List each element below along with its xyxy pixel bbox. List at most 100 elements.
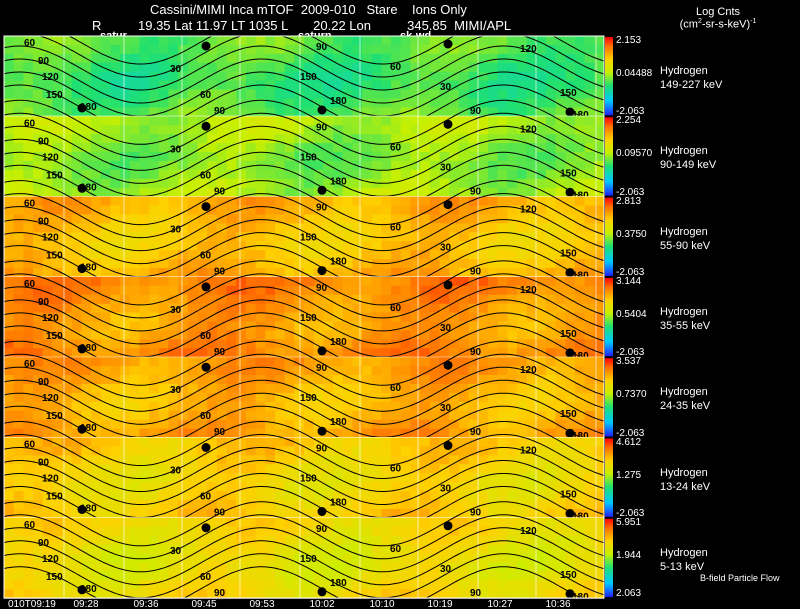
colorbar-gradient	[605, 197, 613, 276]
flow-dot	[443, 280, 453, 290]
flow-dot	[443, 360, 453, 370]
contour-label: 150	[300, 393, 317, 404]
contour-label: 90	[316, 283, 328, 294]
contour-label: 180	[330, 96, 347, 107]
contour-label: 150	[560, 329, 577, 340]
contour-label: 150	[300, 554, 317, 565]
channel-energy-label: 35-55 keV	[660, 319, 711, 332]
contour-label: 150	[560, 570, 577, 581]
contour-label: 180	[330, 176, 347, 187]
colorbar-max-label: 2.813	[616, 195, 642, 207]
contour-label: 150	[46, 90, 63, 101]
flow-dot	[201, 121, 211, 131]
channel-energy-label: 13-24 keV	[660, 480, 711, 493]
colorbar-2	[605, 117, 613, 196]
flow-dot	[77, 103, 87, 113]
channel-energy-label: 90-149 keV	[660, 159, 717, 172]
contour-label: 150	[560, 249, 577, 260]
contour-label: 90	[316, 524, 328, 535]
contour-label: 90	[316, 444, 328, 455]
colorbar-mid-label: 0.3750	[616, 228, 647, 240]
contour-label: 150	[46, 170, 63, 181]
contour-label: 90	[214, 588, 226, 599]
contour-label: 120	[42, 554, 59, 565]
contour-label: 60	[24, 279, 36, 290]
flow-dot	[317, 507, 327, 516]
contour-label: 90	[38, 217, 50, 228]
colorbar-max-label: 3.144	[616, 275, 642, 287]
channel-energy-label: 24-35 keV	[660, 400, 711, 413]
flow-dot	[565, 509, 575, 518]
contour-label: 30	[440, 162, 452, 173]
contour-label: 90	[38, 136, 50, 147]
colorbar-mid-label: 0.7370	[616, 389, 647, 401]
flow-dot	[317, 426, 327, 436]
colorbar-gradient	[605, 277, 613, 357]
flow-dot	[201, 443, 211, 452]
flow-dot	[77, 424, 87, 434]
contour-label: 60	[390, 223, 402, 234]
colorbar-gradient	[605, 37, 613, 116]
colorbar-min-label: 2.063	[616, 588, 642, 600]
flow-dot	[77, 585, 87, 595]
contour-label: 150	[46, 331, 63, 342]
contour-label: 30	[440, 403, 452, 414]
contour-label: 60	[390, 383, 402, 394]
colorbar-gradient	[605, 438, 613, 517]
channel-species-label: Hydrogen	[660, 65, 708, 77]
contour-label: 60	[390, 62, 402, 73]
contour-label: 60	[24, 440, 36, 451]
contour-label: 120	[42, 72, 59, 83]
flow-dot	[201, 202, 211, 212]
contour-label: 30	[170, 225, 182, 236]
contour-label: 120	[520, 285, 537, 296]
flow-dot	[565, 268, 575, 278]
x-tick-label: 10:36	[545, 599, 570, 609]
contour-label: 90	[38, 377, 50, 388]
x-tick-label: 09:45	[191, 599, 216, 609]
contour-label: 150	[300, 233, 317, 244]
x-tick-label: 10:19	[427, 599, 452, 609]
contour-label: 150	[560, 88, 577, 99]
flow-dot	[317, 587, 327, 597]
flow-dot	[201, 282, 211, 292]
colorbar-mid-label: 0.04488	[616, 68, 653, 80]
contour-label: 30	[170, 144, 182, 155]
flow-dot	[77, 183, 87, 193]
colorbar-gradient	[605, 358, 613, 437]
colorbar-3	[605, 197, 613, 276]
contour-label: 60	[24, 199, 36, 210]
contour-label: 120	[520, 446, 537, 457]
colorbar-gradient	[605, 117, 613, 196]
contour-label: 30	[440, 243, 452, 254]
contour-label: 60	[24, 118, 36, 129]
contour-label: 120	[42, 233, 59, 244]
contour-label: 90	[316, 363, 328, 374]
flow-dot	[565, 589, 575, 598]
channel-energy-label: 149-227 keV	[660, 79, 723, 91]
flow-dot	[77, 264, 87, 274]
contour-label: 90	[38, 458, 50, 469]
channel-species-label: Hydrogen	[660, 546, 708, 559]
contour-label: 90	[38, 538, 50, 549]
colorbar-max-label: 3.537	[616, 356, 642, 368]
contour-label: 150	[560, 168, 577, 179]
channel-species-label: Hydrogen	[660, 225, 708, 238]
contour-label: 30	[170, 466, 182, 477]
contour-label: 60	[200, 572, 212, 583]
colorbar-gradient	[605, 518, 613, 598]
contour-label: 90	[316, 122, 328, 133]
contour-label: 150	[300, 152, 317, 163]
contour-label: 60	[390, 544, 402, 555]
contour-label: 150	[46, 411, 63, 422]
flow-dot	[317, 105, 327, 115]
contour-label: 120	[520, 44, 537, 55]
x-tick-label: 10:27	[487, 599, 512, 609]
contour-label: 30	[170, 546, 182, 557]
channel-species-label: Hydrogen	[660, 145, 708, 158]
channel-energy-label: 5-13 keV	[660, 560, 705, 573]
flow-dot	[565, 187, 575, 197]
colorbar-7	[605, 518, 613, 598]
colorbar-max-label: 4.612	[616, 436, 642, 448]
flow-dot	[77, 505, 87, 514]
